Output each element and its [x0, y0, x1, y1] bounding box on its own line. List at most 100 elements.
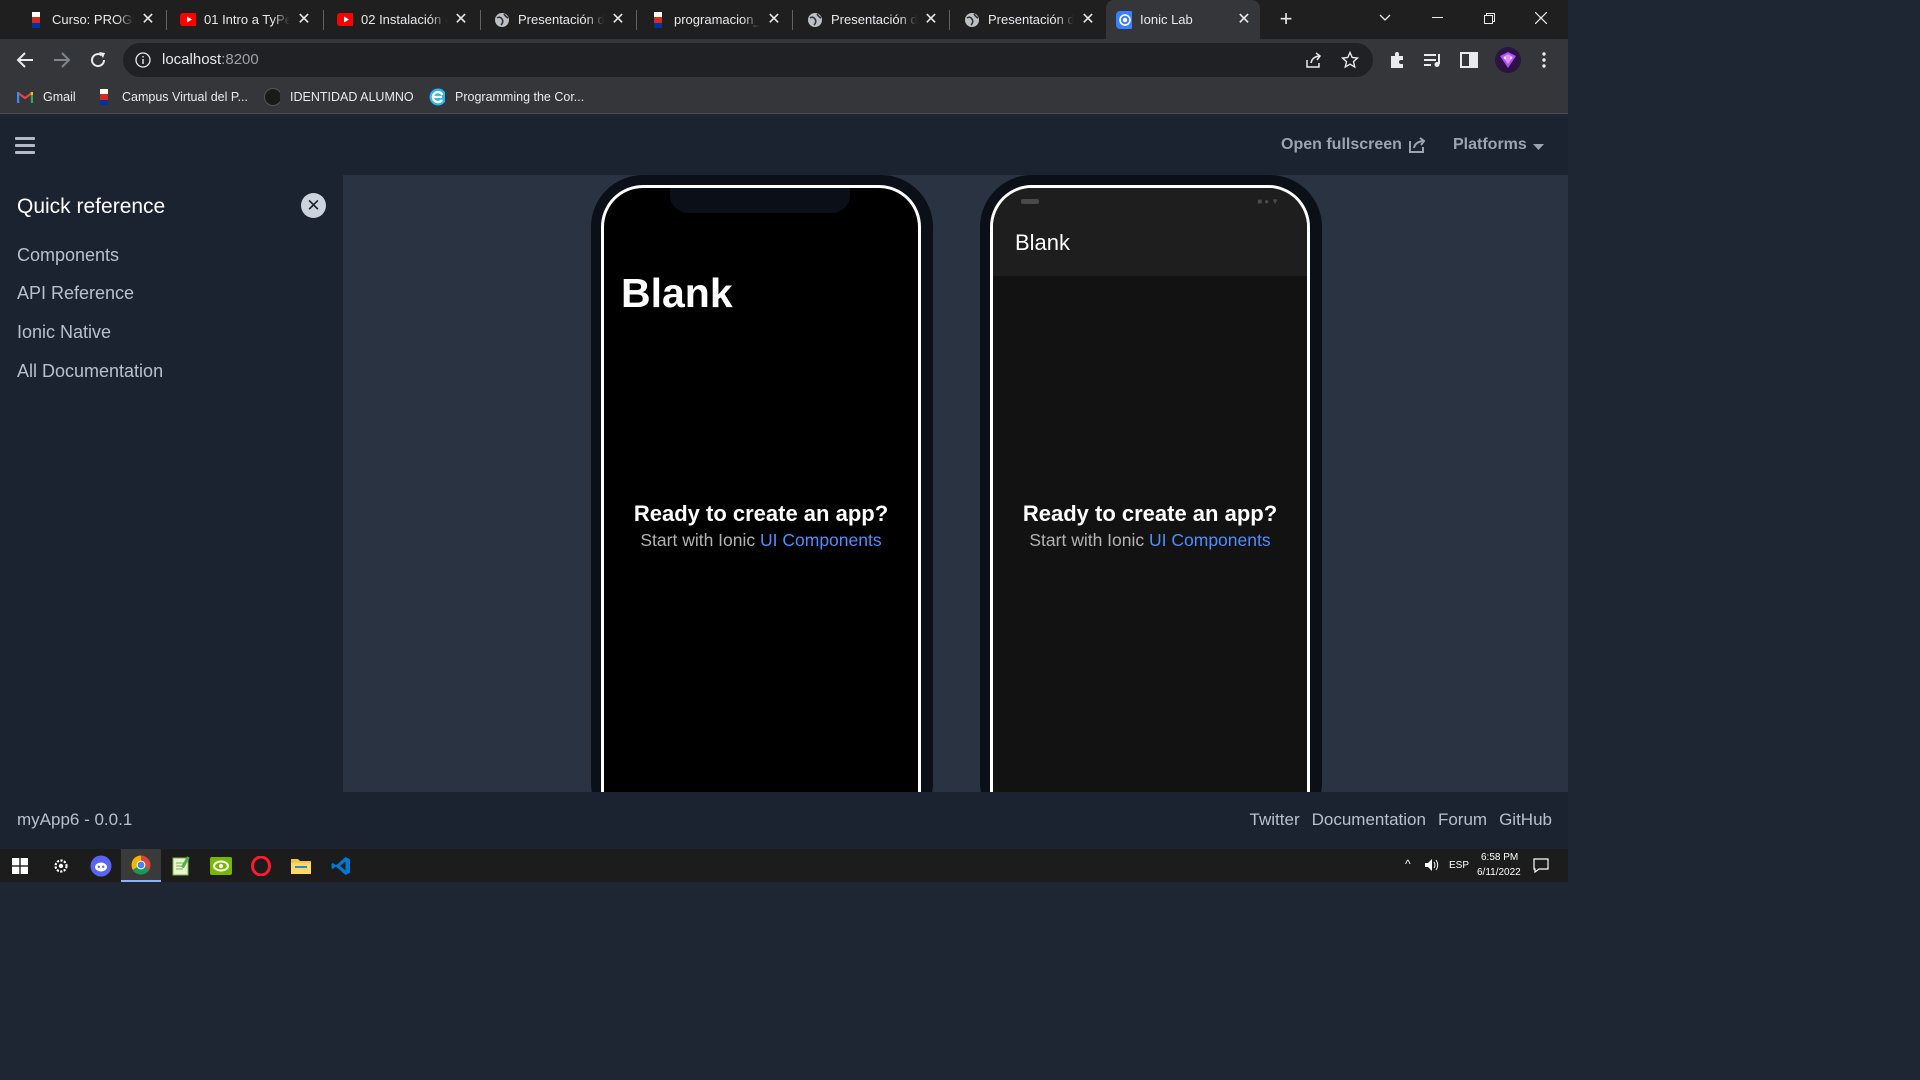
- bookmark-gmail[interactable]: Gmail: [17, 87, 76, 107]
- close-tab-icon[interactable]: ✕: [453, 11, 469, 28]
- browser-tab[interactable]: Presentación de ✕: [797, 4, 947, 35]
- clock-date[interactable]: 6/11/2022: [1477, 867, 1521, 878]
- phone-notch: [670, 188, 850, 213]
- close-tab-icon[interactable]: ✕: [610, 11, 626, 28]
- sidebar-link-ionic-native[interactable]: Ionic Native: [17, 322, 111, 343]
- sidebar-link-all-documentation[interactable]: All Documentation: [17, 361, 163, 382]
- browser-tab-active[interactable]: Ionic Lab ✕: [1106, 0, 1260, 39]
- hamburger-menu-icon[interactable]: [15, 137, 35, 155]
- close-tab-icon[interactable]: ✕: [1080, 11, 1096, 28]
- more-menu-icon[interactable]: [1532, 48, 1556, 72]
- new-tab-button[interactable]: +: [1274, 7, 1298, 31]
- volume-icon[interactable]: [1424, 858, 1440, 877]
- browser-tab[interactable]: programacion_ ✕: [640, 4, 790, 35]
- start-text: Start with Ionic UI Components: [1029, 530, 1271, 550]
- extensions-puzzle-icon[interactable]: [1385, 48, 1409, 72]
- url-port: :8200: [221, 51, 259, 68]
- windows-start-icon[interactable]: [0, 849, 40, 882]
- bookmark-campus-virtual[interactable]: Campus Virtual del P...: [96, 87, 248, 107]
- discord-icon[interactable]: [81, 849, 121, 882]
- ios-page-title: Blank: [621, 270, 733, 316]
- browser-tab[interactable]: Presentación de ✕: [484, 4, 634, 35]
- sidebar-link-components[interactable]: Components: [17, 245, 119, 266]
- android-app-screen[interactable]: ■●▼ Blank Ready to create an app? Start …: [990, 185, 1310, 792]
- ui-components-link[interactable]: UI Components: [1149, 530, 1271, 550]
- screen: Curso: PROGRAMACIÓN ✕ 01 Intro a TyPeScr…: [0, 0, 1568, 882]
- notepad-icon[interactable]: [161, 849, 201, 882]
- app-version: myApp6 - 0.0.1: [17, 810, 133, 829]
- close-tab-icon[interactable]: ✕: [766, 11, 782, 28]
- lab-header: Open fullscreen Platforms: [0, 117, 1568, 175]
- globe-icon: [494, 12, 510, 28]
- bookmark-identidad-alumno[interactable]: IDENTIDAD ALUMNO: [264, 87, 414, 107]
- browser-tab[interactable]: Presentación de ✕: [954, 4, 1104, 35]
- nvidia-icon[interactable]: [201, 849, 241, 882]
- close-sidebar-icon[interactable]: ✕: [301, 193, 326, 218]
- bookmark-programming-core[interactable]: Programming the Cor...: [429, 87, 584, 107]
- university-flag-icon: [96, 89, 112, 105]
- tray-overflow-chevron-icon[interactable]: ^: [1405, 857, 1411, 871]
- tab-search-chevron-icon[interactable]: [1362, 0, 1408, 36]
- platforms-dropdown[interactable]: Platforms: [1453, 136, 1544, 154]
- lab-footer: myApp6 - 0.0.1 Twitter Documentation For…: [0, 792, 1568, 849]
- vscode-icon[interactable]: [321, 849, 361, 882]
- android-page-title: Blank: [1015, 230, 1071, 255]
- gmail-icon: [17, 89, 33, 105]
- windows-taskbar: ^ ESP 6:58 PM 6/11/2022: [0, 849, 1568, 882]
- close-window-icon[interactable]: [1518, 0, 1564, 36]
- globe-icon: [807, 12, 823, 28]
- restore-icon[interactable]: [1466, 0, 1512, 36]
- browser-tab[interactable]: 01 Intro a TyPeScript ✕: [170, 4, 320, 35]
- open-fullscreen-button[interactable]: Open fullscreen: [1281, 136, 1427, 154]
- browser-tab[interactable]: 02 Instalación de ✕: [327, 4, 477, 35]
- ionic-lab-page: Open fullscreen Platforms Quick referenc…: [0, 117, 1568, 849]
- ui-components-link[interactable]: UI Components: [760, 530, 882, 550]
- notifications-icon[interactable]: [1533, 858, 1549, 878]
- external-link-icon: [1408, 137, 1426, 153]
- status-indicators-icon: ■●▼: [1257, 197, 1281, 206]
- reload-icon[interactable]: [86, 48, 110, 72]
- clock-time[interactable]: 6:58 PM: [1481, 852, 1518, 863]
- footer-link-forum[interactable]: Forum: [1438, 810, 1487, 830]
- university-flag-icon: [650, 11, 666, 28]
- browser-tab[interactable]: Curso: PROGRAMACIÓN ✕: [18, 4, 164, 35]
- file-explorer-icon[interactable]: [281, 849, 321, 882]
- side-panel-icon[interactable]: [1457, 48, 1481, 72]
- forward-arrow-icon[interactable]: [50, 48, 74, 72]
- media-control-icon[interactable]: [1421, 48, 1445, 72]
- sidebar-title: Quick reference: [17, 195, 166, 218]
- address-bar[interactable]: localhost:8200: [123, 43, 1373, 77]
- sidebar-link-api-reference[interactable]: API Reference: [17, 283, 134, 304]
- site-info-icon[interactable]: [135, 52, 151, 68]
- close-tab-icon[interactable]: ✕: [923, 11, 939, 28]
- opera-icon[interactable]: [241, 849, 281, 882]
- globe-icon: [964, 12, 980, 28]
- footer-link-documentation[interactable]: Documentation: [1312, 810, 1426, 830]
- ready-heading: Ready to create an app?: [1022, 501, 1278, 526]
- profile-avatar[interactable]: [1494, 46, 1522, 74]
- bookmarks-bar: Gmail Campus Virtual del P... IDENTIDAD …: [0, 81, 1568, 114]
- settings-gear-icon[interactable]: [41, 849, 81, 882]
- dark-circle-icon: [264, 88, 280, 106]
- url-host: localhost: [162, 51, 222, 68]
- device-preview-area: Blank Ready to create an app? Start with…: [343, 175, 1568, 792]
- close-tab-icon[interactable]: ✕: [1236, 11, 1252, 28]
- footer-links: Twitter Documentation Forum GitHub: [1250, 810, 1552, 830]
- android-status-bar: ■●▼: [993, 188, 1307, 218]
- close-tab-icon[interactable]: ✕: [296, 11, 312, 28]
- chrome-icon[interactable]: [121, 849, 161, 882]
- android-device-frame: ■●▼ Blank Ready to create an app? Start …: [980, 175, 1322, 792]
- quick-reference-sidebar: Quick reference ✕ Components API Referen…: [0, 175, 343, 792]
- ios-device-frame: Blank Ready to create an app? Start with…: [591, 175, 933, 792]
- language-indicator[interactable]: ESP: [1449, 860, 1469, 871]
- close-tab-icon[interactable]: ✕: [140, 11, 156, 28]
- share-icon[interactable]: [1305, 51, 1323, 69]
- footer-link-github[interactable]: GitHub: [1499, 810, 1552, 830]
- minimize-icon[interactable]: [1414, 0, 1460, 36]
- footer-link-twitter[interactable]: Twitter: [1250, 810, 1300, 830]
- back-arrow-icon[interactable]: [13, 48, 37, 72]
- browser-tab-strip: Curso: PROGRAMACIÓN ✕ 01 Intro a TyPeScr…: [0, 0, 1568, 39]
- ios-app-screen[interactable]: Blank Ready to create an app? Start with…: [601, 185, 921, 792]
- bookmark-star-icon[interactable]: [1340, 50, 1360, 69]
- edge-e-icon: [429, 88, 445, 106]
